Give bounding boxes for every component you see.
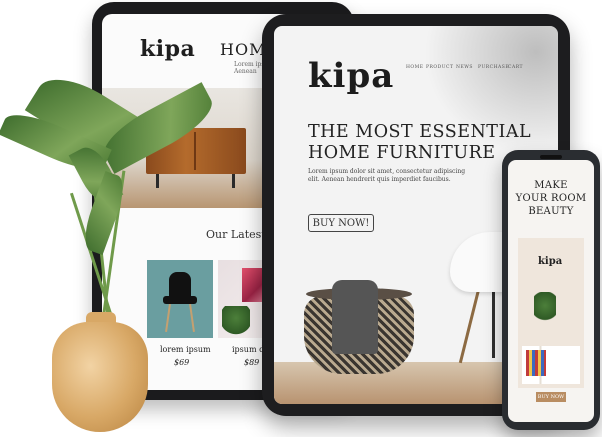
chair-leg xyxy=(189,303,195,333)
buy-now-button[interactable]: BUY NOW! xyxy=(308,214,374,232)
phone-notch xyxy=(540,155,562,159)
plant-image xyxy=(534,292,556,326)
sideboard-leg xyxy=(232,174,235,188)
wooden-vase-image xyxy=(52,322,148,432)
phone-logo: kipa xyxy=(538,256,563,267)
nav-cart[interactable]: CART xyxy=(508,65,523,70)
phone-preview-card: kipa xyxy=(518,238,584,388)
product-price: $89 xyxy=(244,358,260,367)
phone-headline-line3: BEAUTY xyxy=(528,206,574,217)
product-name[interactable]: lorem ipsum xyxy=(160,345,211,354)
chair-leg xyxy=(165,303,171,333)
chair-seat xyxy=(163,296,197,304)
books-image xyxy=(526,350,546,376)
nav-home[interactable]: HOME xyxy=(406,65,424,70)
phone-screen: MAKE YOUR ROOM BEAUTY kipa BUY NOW xyxy=(508,160,594,422)
phone-headline-line1: MAKE xyxy=(534,180,568,191)
nav-news[interactable]: NEWS xyxy=(456,65,473,70)
hero-body-line2: elit. Aenean hendrerit quis imperdiet fa… xyxy=(308,176,451,183)
nav-product[interactable]: PRODUCT xyxy=(426,65,453,70)
phone-headline-line2: YOUR ROOM xyxy=(515,193,587,204)
chair-leg xyxy=(492,288,495,358)
chair-leg xyxy=(458,288,481,364)
product-card-image[interactable] xyxy=(147,260,213,338)
sideboard-leg xyxy=(156,174,159,188)
hero-body-line1: Lorem ipsum dolor sit amet, consectetur … xyxy=(308,168,466,175)
hero-headline-line2: HOME FURNITURE xyxy=(308,143,496,163)
front-logo[interactable]: kipa xyxy=(308,56,394,96)
back-logo: kipa xyxy=(140,36,196,62)
phone-buy-button[interactable]: BUY NOW xyxy=(536,392,566,402)
chair-image xyxy=(169,272,191,298)
blanket-image xyxy=(332,280,378,354)
plant-image xyxy=(222,306,250,336)
product-price: $69 xyxy=(174,358,190,367)
hero-body: Lorem ipsum dolor sit amet, consectetur … xyxy=(308,168,468,184)
nav-purchase[interactable]: PURCHASE xyxy=(478,65,509,70)
hero-headline-line1: THE MOST ESSENTIAL xyxy=(308,122,532,142)
